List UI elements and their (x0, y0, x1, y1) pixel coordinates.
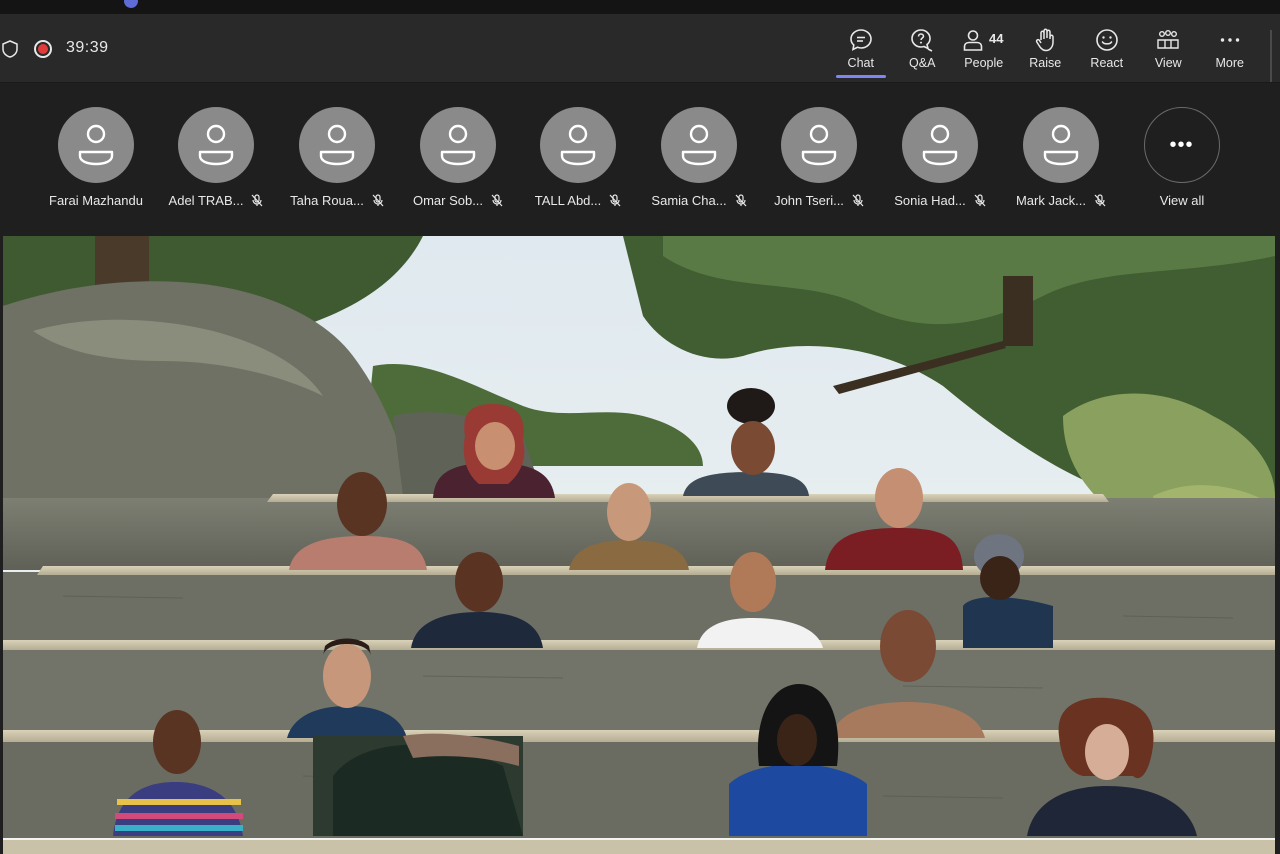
participant-name: John Tseri... (759, 193, 879, 208)
person-icon (560, 124, 596, 166)
react-button[interactable]: React (1076, 14, 1138, 82)
meeting-timer: 39:39 (66, 39, 109, 56)
participant-tile[interactable]: Farai Mazhandu (36, 107, 156, 217)
video-participant (831, 610, 985, 738)
participant-tile[interactable]: Taha Roua... (277, 107, 397, 217)
view-label: View (1154, 56, 1182, 70)
person-icon (78, 124, 114, 166)
chat-label: Chat (847, 56, 874, 70)
person-icon (801, 124, 837, 166)
person-icon (922, 124, 958, 166)
view-button[interactable]: View (1138, 14, 1200, 82)
people-button[interactable]: 44 People (953, 14, 1015, 82)
meeting-toolbar: Chat Q&A 44 People Raise React View More (830, 14, 1261, 82)
avatar (781, 107, 857, 183)
avatar (902, 107, 978, 183)
raise-hand-icon (1036, 28, 1054, 52)
view-all-circle: ••• (1144, 107, 1220, 183)
participant-name: Sonia Had... (880, 193, 1000, 208)
participant-name: Farai Mazhandu (49, 193, 143, 208)
avatar (299, 107, 375, 183)
people-count-badge: 44 (989, 31, 1004, 46)
raise-label: Raise (1029, 56, 1062, 70)
react-label: React (1090, 56, 1124, 70)
together-mode-stage (3, 236, 1275, 854)
video-participant (289, 472, 427, 570)
mic-off-icon (974, 194, 986, 207)
qa-label: Q&A (909, 56, 936, 70)
smiley-icon (1095, 29, 1118, 51)
scrollbar[interactable] (1270, 30, 1272, 82)
video-participant (1027, 697, 1197, 836)
participant-tile[interactable]: Sonia Had... (880, 107, 1000, 217)
participant-tile[interactable]: Adel TRAB... (156, 107, 276, 217)
video-participant (825, 468, 963, 570)
participant-tile[interactable]: Mark Jack... (1001, 107, 1121, 217)
mic-off-icon (735, 194, 747, 207)
chat-icon (849, 29, 872, 51)
shield-icon (2, 40, 18, 58)
people-label: People (964, 56, 1004, 70)
video-participant (697, 552, 823, 648)
mic-off-icon (1094, 194, 1106, 207)
participant-name: Mark Jack... (1001, 193, 1121, 208)
participant-tile[interactable]: TALL Abd... (518, 107, 638, 217)
more-icon (1220, 38, 1239, 42)
mic-off-icon (491, 194, 503, 207)
participant-name: TALL Abd... (518, 193, 638, 208)
participant-videos (113, 388, 1197, 836)
person-icon (1043, 124, 1079, 166)
mic-off-icon (609, 194, 621, 207)
mic-off-icon (252, 194, 263, 207)
participant-name: Omar Sob... (398, 193, 518, 208)
person-icon (319, 124, 355, 166)
person-icon (440, 124, 476, 166)
participant-tile[interactable]: Samia Cha... (639, 107, 759, 217)
avatar (58, 107, 134, 183)
video-participant (569, 483, 689, 570)
view-all-label: View all (1159, 193, 1205, 208)
participant-strip: Farai Mazhandu Adel TRAB... Taha Roua...… (0, 83, 1280, 235)
avatar (178, 107, 254, 183)
avatar (540, 107, 616, 183)
avatar (420, 107, 496, 183)
mic-off-icon (852, 194, 864, 207)
video-participant (963, 534, 1053, 648)
video-participant (113, 710, 243, 836)
browser-tab-strip (0, 0, 1280, 14)
participant-name: Taha Roua... (277, 193, 397, 208)
tab-indicator (124, 0, 138, 8)
more-label: More (1215, 56, 1244, 70)
chat-button[interactable]: Chat (830, 14, 892, 82)
more-button[interactable]: More (1199, 14, 1261, 82)
participant-name: Adel TRAB... (156, 193, 276, 208)
video-participant (411, 552, 543, 648)
participant-tile[interactable]: Omar Sob... (398, 107, 518, 217)
recording-icon (34, 40, 52, 58)
video-participant (313, 733, 523, 836)
person-icon (198, 124, 234, 166)
people-icon (963, 30, 983, 51)
video-participant (683, 388, 809, 496)
avatar (661, 107, 737, 183)
video-participant (287, 638, 407, 738)
qa-icon (911, 29, 933, 52)
more-dots-icon: ••• (1169, 134, 1194, 156)
video-participant (433, 404, 555, 498)
participant-tile[interactable]: John Tseri... (759, 107, 879, 217)
raise-hand-button[interactable]: Raise (1015, 14, 1077, 82)
video-participant (729, 684, 867, 836)
mic-off-icon (372, 194, 384, 207)
view-grid-icon (1157, 30, 1179, 49)
participant-name: Samia Cha... (639, 193, 759, 208)
view-all-button[interactable]: ••• View all (1122, 107, 1242, 217)
qa-button[interactable]: Q&A (892, 14, 954, 82)
avatar (1023, 107, 1099, 183)
person-icon (681, 124, 717, 166)
